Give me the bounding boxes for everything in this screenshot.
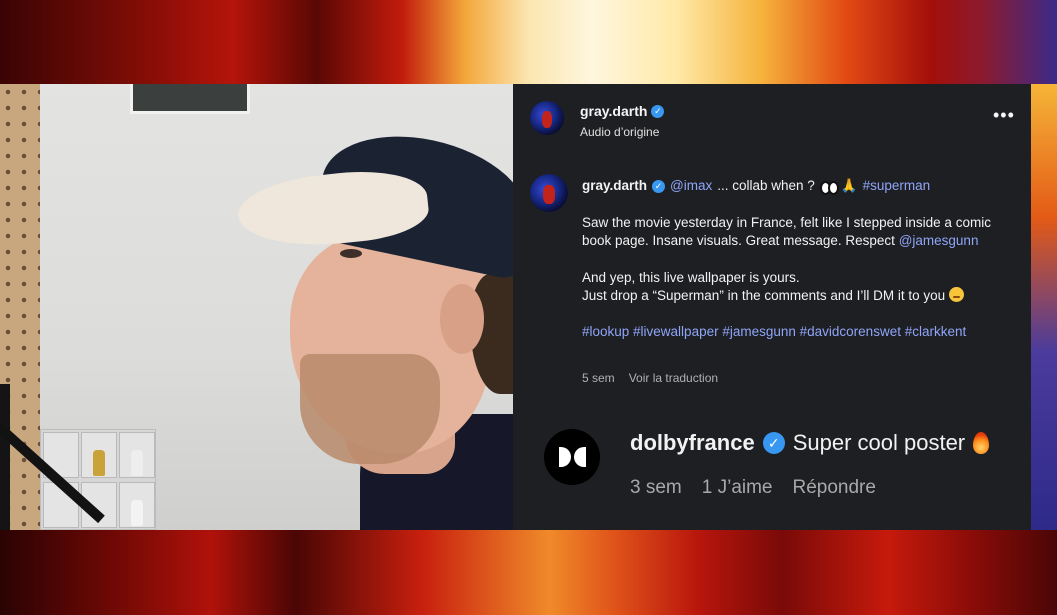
caption-author-name[interactable]: gray.darth — [582, 177, 647, 196]
wall-picture-frame — [130, 84, 250, 114]
more-options-icon[interactable]: ••• — [993, 106, 1015, 124]
comment-likes[interactable]: 1 J’aime — [702, 477, 773, 499]
caption: gray.darth ✓ @imax ... collab when ? 🙏 #… — [582, 177, 1012, 341]
hashtag-superman[interactable]: #superman — [863, 177, 931, 196]
verified-badge-icon: ✓ — [762, 432, 785, 454]
person-eye — [340, 249, 362, 258]
post-author-row: gray.darth ✓ — [580, 103, 665, 119]
dolby-logo-left — [558, 447, 571, 467]
caption-dm-text: Just drop a “Superman” in the comments a… — [582, 288, 946, 303]
caption-wallpaper-text: And yep, this live wallpaper is yours. — [582, 269, 800, 285]
caption-time: 5 sem — [582, 371, 615, 385]
video-frame-photo — [0, 84, 513, 530]
verified-badge-icon: ✓ — [652, 179, 666, 193]
caption-dm-line: Just drop a “Superman” in the comments a… — [582, 287, 1012, 306]
background-right-strip — [1031, 84, 1057, 530]
caption-paragraph-1: Saw the movie yesterday in France, felt … — [582, 214, 1012, 251]
eyes-emoji-icon — [819, 181, 839, 196]
mention-jamesgunn[interactable]: @jamesgunn — [899, 233, 979, 248]
caption-first-line: gray.darth ✓ @imax ... collab when ? 🙏 #… — [582, 177, 1012, 196]
dolby-logo-icon[interactable] — [544, 429, 600, 485]
dolby-logo-right — [573, 447, 586, 467]
comment-time: 3 sem — [630, 477, 682, 498]
comment-text: Super cool poster — [792, 430, 966, 455]
figurine — [131, 450, 143, 476]
mention-imax[interactable]: @imax — [670, 177, 712, 196]
caption-meta: 5 sem Voir la traduction — [582, 371, 718, 385]
caption-collab-text: ... collab when ? — [717, 178, 815, 193]
caption-hashtags[interactable]: #lookup #livewallpaper #jamesgunn #david… — [582, 323, 1012, 342]
translate-link[interactable]: Voir la traduction — [629, 371, 718, 385]
lamp-stand — [0, 384, 10, 530]
person-ear — [440, 284, 484, 354]
post-author-name[interactable]: gray.darth — [580, 103, 647, 119]
audio-label[interactable]: Audio d’origine — [580, 125, 659, 139]
figurine — [131, 500, 143, 526]
person-beard — [300, 354, 440, 464]
instagram-post-panel: gray.darth ✓ Audio d’origine ••• gray.da… — [513, 84, 1031, 530]
background-top — [0, 0, 1057, 84]
reply-button[interactable]: Répondre — [793, 477, 876, 499]
comment-author-name[interactable]: dolbyfrance — [630, 430, 755, 456]
fire-emoji-icon — [973, 432, 990, 454]
figurine — [93, 450, 105, 476]
dolby-comment: dolbyfrance ✓ Super cool poster — [630, 430, 990, 456]
wink-emoji-icon — [948, 287, 964, 302]
background-bottom — [0, 530, 1057, 615]
caption-author-avatar[interactable] — [530, 174, 568, 212]
pray-emoji-icon: 🙏 — [840, 178, 858, 193]
verified-badge-icon: ✓ — [651, 104, 665, 118]
caption-paragraph-2: And yep, this live wallpaper is yours. J… — [582, 269, 1012, 306]
comment-meta: 3 sem 1 J’aime Répondre — [630, 477, 876, 499]
author-avatar[interactable] — [530, 101, 564, 135]
